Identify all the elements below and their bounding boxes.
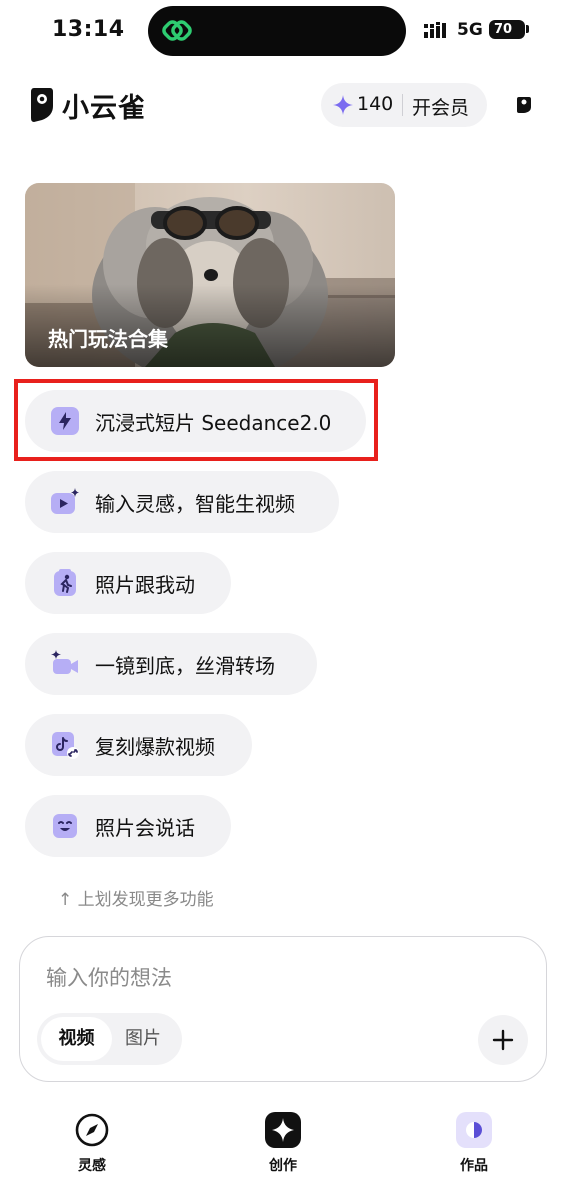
feature-label: 照片会说话 [95,816,195,840]
feature-photo-talk[interactable]: 照片会说话 [25,795,231,857]
mode-tab-image[interactable]: 图片 [112,1017,174,1061]
app-title: 小云雀 [62,93,146,124]
feature-idea-to-video[interactable]: 输入灵感，智能生视频 [25,471,339,533]
pill-divider [402,94,403,116]
feature-one-take[interactable]: 一镜到底，丝滑转场 [25,633,317,695]
smiling-face-icon [53,814,77,838]
app-logo-icon [31,88,53,122]
battery-icon: 70 [489,20,525,39]
mode-tab-video[interactable]: 视频 [41,1017,112,1061]
compass-icon [75,1113,109,1147]
nav-label: 作品 [460,1158,488,1174]
battery-nub [526,25,529,33]
dynamic-island [148,6,406,56]
signal-icon [424,22,446,38]
network-label: 5G [457,20,483,40]
link-icon [162,20,192,41]
banner-title: 热门玩法合集 [48,327,168,351]
nav-label: 灵感 [78,1158,106,1174]
camera-sparkle-icon [51,650,78,674]
logo-small-icon[interactable] [516,96,532,114]
sparkle-icon [265,1112,301,1148]
open-membership-button[interactable]: 开会员 [412,93,469,120]
plus-icon [492,1029,514,1051]
credits-count: 140 [357,93,394,115]
running-person-icon [54,569,76,596]
hot-collection-banner[interactable]: 热门玩法合集 [25,183,395,367]
video-sparkle-icon [51,488,79,514]
feature-replicate-viral[interactable]: 复刻爆款视频 [25,714,252,776]
tiktok-link-icon [52,732,79,759]
nav-label: 创作 [269,1158,297,1174]
nav-works[interactable]: 作品 [434,1112,514,1182]
nav-inspiration[interactable]: 灵感 [52,1112,132,1182]
prompt-input[interactable]: 输入你的想法 [46,962,172,992]
feature-photo-move[interactable]: 照片跟我动 [25,552,231,614]
works-icon [456,1112,492,1148]
nav-create[interactable]: 创作 [243,1112,323,1182]
highlight-box [14,379,378,461]
add-button[interactable] [478,1015,528,1065]
feature-label: 一镜到底，丝滑转场 [95,654,275,678]
feature-label: 输入灵感，智能生视频 [95,492,295,516]
swipe-up-hint: ↑ 上划发现更多功能 [58,890,214,910]
feature-label: 复刻爆款视频 [95,735,215,759]
status-bar: 13:14 5G 70 [0,0,565,62]
four-point-star-icon [333,95,353,115]
feature-label: 照片跟我动 [95,573,195,597]
status-time: 13:14 [52,17,125,42]
